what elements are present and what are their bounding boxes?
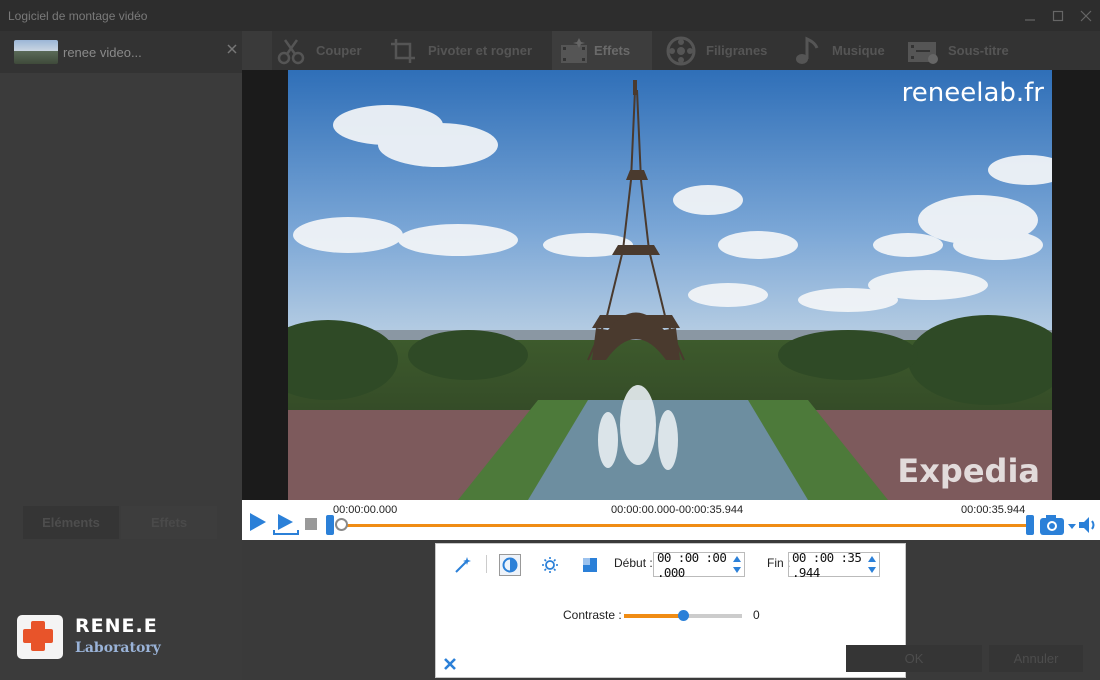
play-selection-icon (273, 514, 299, 535)
effects-dialog: Début : 00 :00 :00 .000 Fin : 00 :00 :35… (435, 543, 906, 678)
saturation-icon[interactable] (579, 554, 601, 576)
tab-musique[interactable]: Musique (790, 31, 885, 70)
video-frame-image (288, 70, 1052, 500)
tab-pivoter-label: Pivoter et rogner (428, 43, 533, 58)
fin-spinner-icon[interactable] (867, 555, 877, 574)
music-icon (790, 34, 824, 68)
title-bar: Logiciel de montage vidéo (0, 0, 1100, 31)
tab-filigranes-label: Filigranes (706, 43, 768, 58)
tab-effects[interactable]: Effets (121, 506, 217, 539)
tab-couper-label: Couper (316, 43, 362, 58)
watermark-reneelab: reneelab.fr (901, 78, 1044, 108)
fin-label: Fin : (767, 556, 791, 570)
contrast-icon[interactable] (499, 554, 521, 576)
cancel-button[interactable]: Annuler (989, 645, 1083, 672)
close-icon (444, 658, 456, 670)
toolbar-divider (486, 555, 487, 573)
tab-filigranes[interactable]: Filigranes (664, 31, 767, 70)
contrast-slider-thumb[interactable] (678, 610, 689, 621)
maximize-icon (1052, 10, 1064, 21)
tab-musique-label: Musique (832, 43, 885, 58)
timeline-track[interactable] (336, 524, 1032, 527)
debut-time-value: 00 :00 :00 .000 (657, 549, 727, 580)
brand-line1: RENE.E (75, 615, 158, 637)
editing-toolbar: Couper Pivoter et rogner Effets Filigran… (272, 31, 1100, 70)
cut-icon (274, 34, 308, 68)
subtitle-icon (906, 34, 940, 68)
rotate-crop-icon (386, 34, 420, 68)
fin-time-value: 00 :00 :35 .944 (792, 549, 862, 580)
tab-pivoter[interactable]: Pivoter et rogner (386, 31, 532, 70)
contrast-label: Contraste : (563, 608, 622, 622)
camera-icon (1040, 515, 1076, 535)
brightness-icon[interactable] (539, 554, 561, 576)
watermark-icon (664, 34, 698, 68)
ok-button[interactable]: OK (846, 645, 982, 672)
close-icon (1080, 10, 1092, 21)
snapshot-button[interactable] (1039, 514, 1077, 539)
tab-couper[interactable]: Couper (274, 31, 362, 70)
play-selection-button[interactable] (273, 512, 299, 539)
contrast-value: 0 (753, 608, 760, 622)
cancel-effect-button[interactable] (443, 657, 457, 674)
maximize-button[interactable] (1044, 0, 1072, 31)
media-thumbnail (14, 40, 58, 64)
contrast-slider-fill (624, 614, 683, 618)
media-name: renee video... (63, 45, 142, 60)
tab-effets-label: Effets (594, 43, 631, 58)
playback-bar: 00:00:00.000 00:00:00.000-00:00:35.944 0… (242, 500, 1100, 540)
stop-button[interactable] (305, 518, 317, 533)
contrast-slider[interactable] (624, 610, 742, 621)
tab-sous-titre[interactable]: Sous-titre (906, 31, 1009, 70)
playhead-knob[interactable] (335, 518, 348, 531)
brand-cross-icon (17, 615, 63, 659)
debut-time-field[interactable]: 00 :00 :00 .000 (653, 549, 745, 580)
timeline-end-handle[interactable] (1026, 515, 1034, 535)
close-window-button[interactable] (1072, 0, 1100, 31)
stop-icon (305, 518, 317, 530)
close-media-icon[interactable] (227, 43, 237, 57)
debut-label: Début : (614, 556, 653, 570)
time-end: 00:00:35.944 (961, 504, 1026, 516)
play-icon (250, 513, 266, 531)
minimize-button[interactable] (1016, 0, 1044, 31)
video-preview[interactable]: reneelab.fr Expedia (288, 70, 1052, 500)
fin-time-field[interactable]: 00 :00 :35 .944 (788, 549, 880, 580)
play-button[interactable] (248, 512, 268, 535)
tab-elements[interactable]: Eléments (23, 506, 119, 539)
brand-line2: Laboratory (75, 640, 161, 656)
time-range: 00:00:00.000-00:00:35.944 (611, 504, 744, 516)
effects-icon (558, 34, 592, 68)
sidebar-tabs: Eléments Effets (23, 506, 217, 539)
watermark-expedia: Expedia (897, 452, 1040, 490)
left-panel: renee video... Eléments Effets RENE.E La… (0, 31, 242, 680)
debut-spinner-icon[interactable] (732, 555, 742, 574)
volume-icon (1079, 517, 1095, 533)
window-title: Logiciel de montage vidéo (8, 9, 148, 23)
minimize-icon (1025, 18, 1035, 21)
time-start: 00:00:00.000 (333, 504, 398, 516)
tab-effets[interactable]: Effets (552, 31, 652, 70)
magic-wand-icon[interactable] (452, 554, 474, 576)
tab-sous-titre-label: Sous-titre (948, 43, 1009, 58)
video-area: reneelab.fr Expedia (242, 70, 1100, 500)
brand-logo: RENE.E Laboratory (17, 613, 167, 663)
volume-button[interactable] (1078, 516, 1098, 537)
timeline-start-handle[interactable] (326, 515, 334, 535)
media-tab[interactable]: renee video... (0, 31, 242, 73)
